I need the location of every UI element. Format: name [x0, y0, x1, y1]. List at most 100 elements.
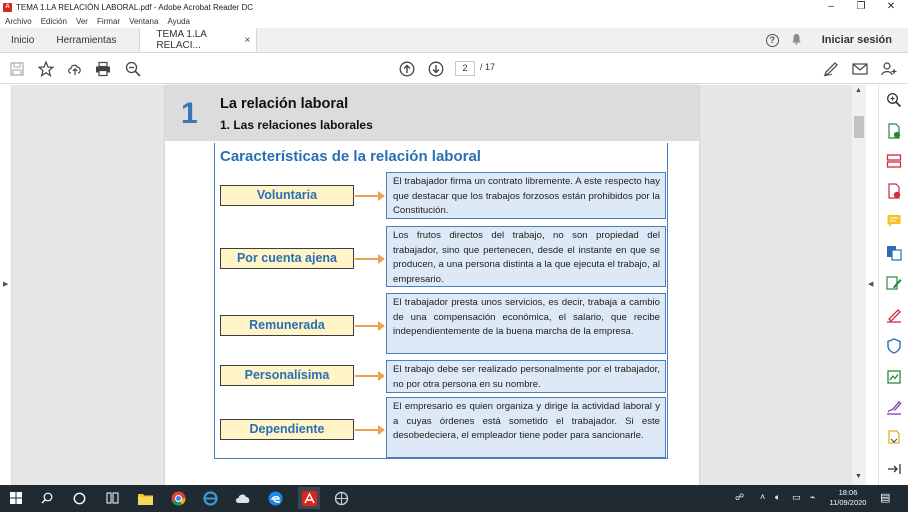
draw-icon[interactable]	[886, 399, 902, 415]
characteristic-label: Voluntaria	[220, 185, 354, 206]
cloud-app-icon[interactable]	[234, 489, 252, 507]
page-number-input[interactable]: 2	[455, 61, 475, 76]
characteristic-label: Dependiente	[220, 419, 354, 440]
chapter-title: La relación laboral	[220, 96, 349, 112]
email-icon[interactable]	[851, 60, 869, 78]
characteristic-description: El empresario es quien organiza y dirige…	[386, 397, 666, 458]
combine-files-icon[interactable]	[886, 245, 902, 261]
expand-left-arrow-icon[interactable]: ▶	[3, 280, 8, 288]
bell-icon[interactable]	[791, 33, 802, 48]
minimize-button[interactable]: –	[816, 0, 846, 14]
tab-bar-right: ? Iniciar sesión	[765, 28, 908, 52]
optimize-scan-icon[interactable]	[886, 369, 902, 385]
tab-document-label: TEMA 1.LA RELACI...	[156, 29, 207, 51]
tab-home-label: Inicio	[11, 34, 35, 46]
previous-page-icon[interactable]	[398, 60, 416, 78]
people-icon[interactable]: ☍	[735, 492, 744, 503]
scroll-down-arrow-icon[interactable]: ▼	[855, 473, 862, 480]
collapse-right-arrow-icon[interactable]: ◀	[868, 280, 873, 288]
arrow-right-icon	[355, 254, 385, 264]
tab-bar: Inicio Herramientas TEMA 1.LA RELACI... …	[0, 28, 908, 53]
chapter-header: 1 La relación laboral 1. Las relaciones …	[165, 85, 699, 141]
internet-explorer-icon[interactable]	[201, 489, 219, 507]
help-icon[interactable]: ?	[765, 33, 779, 47]
clock-date: 11/09/2020	[829, 498, 867, 507]
tab-home[interactable]: Inicio	[0, 28, 45, 52]
chrome-icon[interactable]	[169, 489, 187, 507]
windows-start-icon[interactable]	[7, 489, 25, 507]
comment-icon[interactable]	[886, 213, 902, 229]
taskbar-clock[interactable]: 18:06 11/09/2020	[826, 488, 870, 508]
characteristic-label: Por cuenta ajena	[220, 248, 354, 269]
save-icon[interactable]	[8, 60, 26, 78]
menu-firmar[interactable]: Firmar	[97, 17, 120, 26]
tools-pane	[878, 85, 908, 485]
characteristic-description: El trabajador presta unos servicios, es …	[386, 293, 666, 354]
menu-ventana[interactable]: Ventana	[129, 17, 158, 26]
section-title: Características de la relación laboral	[220, 148, 481, 165]
add-user-icon[interactable]	[880, 60, 898, 78]
toolbar: 2 / 17	[0, 54, 908, 84]
task-view-icon[interactable]	[103, 489, 121, 507]
tab-tools-label: Herramientas	[56, 34, 117, 46]
create-pdf-icon[interactable]	[886, 183, 902, 199]
chapter-subtitle: 1. Las relaciones laborales	[220, 118, 373, 132]
signin-button[interactable]: Iniciar sesión	[822, 34, 892, 46]
maximize-button[interactable]: ❐	[846, 0, 876, 14]
right-panel-toggle[interactable]: ◀	[866, 85, 878, 485]
clock-time: 18:06	[838, 488, 858, 497]
cortana-icon[interactable]	[70, 489, 88, 507]
network-icon[interactable]: ⌁	[810, 492, 815, 503]
arrow-right-icon	[355, 321, 385, 331]
arrow-right-icon	[355, 425, 385, 435]
acrobat-taskbar-icon[interactable]	[298, 487, 320, 509]
vertical-scrollbar[interactable]: ▲ ▼	[852, 85, 866, 485]
acrobat-app-icon: A	[3, 2, 12, 12]
sign-icon[interactable]	[822, 60, 840, 78]
arrow-right-icon	[355, 191, 385, 201]
chevron-up-icon[interactable]: ˄	[760, 492, 765, 502]
protect-icon[interactable]	[886, 338, 902, 354]
scroll-up-arrow-icon[interactable]: ▲	[855, 87, 862, 94]
arrow-right-icon	[355, 371, 385, 381]
battery-icon[interactable]: ▭	[792, 492, 801, 503]
pdf-page: 1 La relación laboral 1. Las relaciones …	[165, 85, 699, 485]
stamp-icon[interactable]	[886, 429, 902, 445]
app-icon[interactable]	[332, 489, 350, 507]
edge-icon[interactable]	[266, 489, 284, 507]
page-total: / 17	[480, 62, 496, 72]
tab-tools[interactable]: Herramientas	[45, 28, 127, 52]
fill-sign-icon[interactable]	[886, 307, 902, 323]
volume-icon[interactable]: 🔈︎	[775, 492, 780, 503]
file-explorer-icon[interactable]	[136, 489, 154, 507]
search-icon[interactable]	[886, 92, 902, 108]
next-page-icon[interactable]	[427, 60, 445, 78]
tab-document[interactable]: TEMA 1.LA RELACI... ×	[139, 28, 258, 52]
menu-archivo[interactable]: Archivo	[5, 17, 32, 26]
chapter-number: 1	[181, 97, 198, 130]
menu-edicion[interactable]: Edición	[41, 17, 67, 26]
export-pdf-icon[interactable]	[886, 123, 902, 139]
upload-icon[interactable]	[66, 60, 84, 78]
zoom-out-icon[interactable]	[124, 60, 142, 78]
close-window-button[interactable]: ✕	[876, 0, 906, 14]
edit-pdf-icon[interactable]	[886, 275, 902, 291]
left-panel-toggle[interactable]: ▶	[0, 85, 12, 485]
menu-ayuda[interactable]: Ayuda	[167, 17, 190, 26]
characteristic-description: El trabajo debe ser realizado personalme…	[386, 360, 666, 393]
characteristic-label: Personalísima	[220, 365, 354, 386]
search-icon[interactable]	[38, 489, 56, 507]
windows-taskbar: ☍ ˄ 🔈︎ ▭ ⌁ 18:06 11/09/2020 ▤	[0, 485, 908, 512]
star-icon[interactable]	[37, 60, 55, 78]
scrollbar-thumb[interactable]	[854, 116, 864, 138]
tab-close-icon[interactable]: ×	[245, 35, 251, 46]
menu-bar: Archivo Edición Ver Firmar Ventana Ayuda	[0, 14, 908, 28]
collapse-pane-icon[interactable]	[886, 461, 902, 477]
notifications-icon[interactable]: ▤	[880, 491, 890, 504]
characteristic-description: El trabajador firma un contrato libremen…	[386, 172, 666, 219]
print-icon[interactable]	[94, 60, 112, 78]
characteristic-label: Remunerada	[220, 315, 354, 336]
title-bar: A TEMA 1.LA RELACIÓN LABORAL.pdf - Adobe…	[0, 0, 908, 14]
menu-ver[interactable]: Ver	[76, 17, 88, 26]
organize-pages-icon[interactable]	[886, 153, 902, 169]
